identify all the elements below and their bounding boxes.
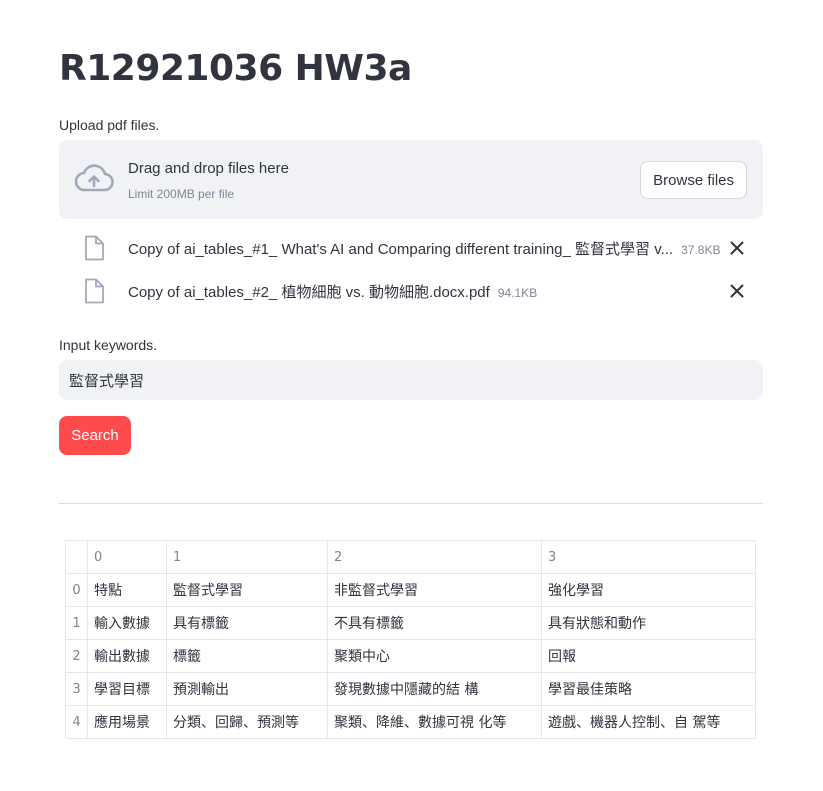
table-header-cell: 0 <box>87 540 167 574</box>
table-row: 1 輸入數據 具有標籤 不具有標籤 具有狀態和動作 <box>65 606 756 640</box>
table-cell: 應用場景 <box>87 705 167 739</box>
uploaded-file-name: Copy of ai_tables_#2_ 植物細胞 vs. 動物細胞.docx… <box>128 284 490 301</box>
row-index: 1 <box>65 606 88 640</box>
table-cell: 分類、回歸、預測等 <box>166 705 328 739</box>
row-index: 2 <box>65 639 88 673</box>
table-header-cell: 1 <box>166 540 328 574</box>
uploaded-file-name: Copy of ai_tables_#1_ What's AI and Comp… <box>128 241 674 258</box>
uploaded-file-item: Copy of ai_tables_#2_ 植物細胞 vs. 動物細胞.docx… <box>59 274 763 310</box>
keywords-label: Input keywords. <box>59 337 158 353</box>
table-cell: 強化學習 <box>541 573 756 607</box>
uploaded-file-size: 94.1KB <box>497 286 538 300</box>
page-title: R12921036 HW3a <box>59 48 412 89</box>
row-index: 4 <box>65 705 88 739</box>
row-index: 0 <box>65 573 88 607</box>
upload-label: Upload pdf files. <box>59 117 160 133</box>
remove-file-icon[interactable] <box>727 238 747 258</box>
dropzone-instructions: Drag and drop files here <box>128 160 289 177</box>
table-cell: 聚類、降維、數據可視 化等 <box>327 705 542 739</box>
table-cell: 遊戲、機器人控制、自 駕等 <box>541 705 756 739</box>
table-cell: 預測輸出 <box>166 672 328 706</box>
table-row: 3 學習目標 預測輸出 發現數據中隱藏的結 構 學習最佳策略 <box>65 672 756 706</box>
row-index: 3 <box>65 672 88 706</box>
table-row: 0 特點 監督式學習 非監督式學習 強化學習 <box>65 573 756 607</box>
file-dropzone[interactable]: Drag and drop files here Limit 200MB per… <box>59 140 763 219</box>
cloud-upload-icon <box>74 164 114 192</box>
file-icon <box>85 235 104 261</box>
table-cell: 學習最佳策略 <box>541 672 756 706</box>
table-cell: 具有狀態和動作 <box>541 606 756 640</box>
remove-file-icon[interactable] <box>727 281 747 301</box>
section-divider <box>59 503 763 504</box>
file-icon <box>85 278 104 304</box>
uploaded-file-size: 37.8KB <box>681 243 721 257</box>
table-cell: 特點 <box>87 573 167 607</box>
table-header-cell: 2 <box>327 540 542 574</box>
table-header-row: 0 1 2 3 <box>65 540 756 574</box>
app-page: R12921036 HW3a Upload pdf files. Drag an… <box>0 0 823 791</box>
result-table: 0 1 2 3 0 特點 監督式學習 非監督式學習 強化學習 1 輸入數據 具有… <box>65 540 756 739</box>
table-cell: 回報 <box>541 639 756 673</box>
dropzone-limit: Limit 200MB per file <box>128 187 235 201</box>
table-header-cell <box>65 540 88 574</box>
uploaded-file-item: Copy of ai_tables_#1_ What's AI and Comp… <box>59 231 763 267</box>
table-cell: 輸出數據 <box>87 639 167 673</box>
table-cell: 標籤 <box>166 639 328 673</box>
table-cell: 學習目標 <box>87 672 167 706</box>
table-cell: 輸入數據 <box>87 606 167 640</box>
table-cell: 聚類中心 <box>327 639 542 673</box>
table-cell: 不具有標籤 <box>327 606 542 640</box>
search-button[interactable]: Search <box>59 416 131 455</box>
table-cell: 監督式學習 <box>166 573 328 607</box>
table-cell: 發現數據中隱藏的結 構 <box>327 672 542 706</box>
table-row: 4 應用場景 分類、回歸、預測等 聚類、降維、數據可視 化等 遊戲、機器人控制、… <box>65 705 756 739</box>
table-header-cell: 3 <box>541 540 756 574</box>
table-cell: 非監督式學習 <box>327 573 542 607</box>
browse-files-button[interactable]: Browse files <box>640 161 747 199</box>
table-cell: 具有標籤 <box>166 606 328 640</box>
table-row: 2 輸出數據 標籤 聚類中心 回報 <box>65 639 756 673</box>
keywords-input[interactable] <box>59 360 763 400</box>
